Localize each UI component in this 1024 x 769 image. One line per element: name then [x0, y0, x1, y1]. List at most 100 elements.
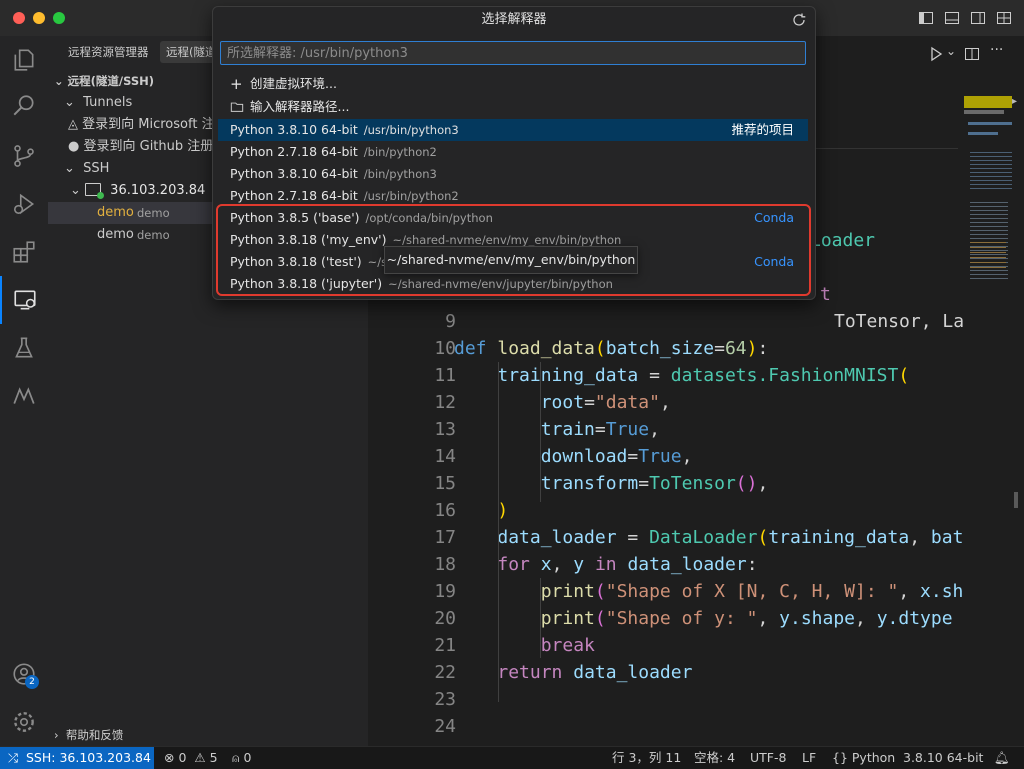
code-line: 16 ): [368, 497, 958, 524]
gear-icon: [14, 712, 34, 732]
interpreter-item[interactable]: Python 3.8.10 64-bit/usr/bin/python3 推荐的项…: [218, 119, 808, 141]
notifications-bell-icon[interactable]: 🔔︎: [994, 747, 1010, 769]
minimap-collapse-icon[interactable]: ▸: [1012, 96, 1022, 108]
more-actions-icon[interactable]: ···: [990, 42, 1003, 58]
line-number: 19: [434, 581, 456, 602]
ssh-host-row[interactable]: ⌄ 36.103.203.84 E: [70, 180, 222, 202]
problems-status[interactable]: ⊗ 0 ⚠ 5: [164, 747, 218, 769]
interpreter-path: ~/shared-nvme/env/my_env/bin/python: [392, 233, 622, 247]
broadcast-icon: ⍝: [232, 750, 240, 765]
chevron-right-icon: ›: [54, 728, 66, 742]
maximize-window-button[interactable]: [53, 12, 65, 24]
code-token: Loader: [810, 230, 876, 251]
interpreter-item[interactable]: Python 3.8.5 ('base') /opt/conda/bin/pyth…: [218, 207, 808, 229]
interpreter-path: /usr/bin/python2: [363, 189, 459, 203]
minimap-block: [970, 152, 1012, 192]
eol-status[interactable]: LF: [802, 747, 816, 769]
minimap-line: [968, 132, 998, 135]
remote-explorer-activity[interactable]: [0, 276, 48, 324]
minimize-window-button[interactable]: [33, 12, 45, 24]
enter-interpreter-path-action[interactable]: 输入解释器路径...: [218, 96, 808, 118]
code-token: ,: [757, 473, 769, 494]
status-bar: ⤮ SSH: 36.103.203.84 ⊗ 0 ⚠ 5 ⍝ 0 行 3，列 1…: [0, 746, 1024, 769]
toggle-secondary-sidebar-icon[interactable]: [970, 10, 986, 26]
interpreter-tag: Conda: [754, 254, 794, 269]
interpreter-item[interactable]: Python 2.7.18 64-bit/usr/bin/python2: [218, 185, 808, 207]
code-token: =: [616, 527, 650, 548]
minimap[interactable]: [958, 92, 1018, 746]
tab-remote-explorer[interactable]: 远程资源管理器: [68, 41, 149, 63]
tunnel-signin-microsoft[interactable]: ◬ 登录到向 Microsoft 注: [68, 114, 215, 136]
toggle-panel-icon[interactable]: [944, 10, 960, 26]
code-token: x: [540, 554, 552, 575]
indentation-status[interactable]: 空格: 4: [694, 747, 735, 769]
remote-indicator[interactable]: ⤮ SSH: 36.103.203.84: [0, 747, 154, 769]
help-feedback-section[interactable]: › 帮助和反馈: [54, 724, 123, 746]
code-token: "Shape of X [N, C, H, W]: ": [605, 581, 899, 602]
testing-activity[interactable]: [0, 324, 48, 372]
ssh-group[interactable]: ⌄ SSH: [64, 158, 109, 180]
code-text: training_data = datasets.FashionMNIST(: [454, 362, 909, 389]
chevron-down-icon: ⌄: [64, 161, 84, 176]
scrollbar-thumb[interactable]: [1014, 492, 1018, 508]
folder-desc: demo: [137, 228, 170, 242]
code-token: True: [605, 419, 650, 440]
source-control-activity[interactable]: [0, 132, 48, 180]
run-dropdown-chevron-icon[interactable]: ⌄: [946, 44, 956, 58]
code-line: 9: [368, 308, 958, 335]
code-token: data_loader: [573, 662, 693, 683]
code-token: =: [584, 392, 595, 413]
path-tooltip: ~/shared-nvme/env/my_env/bin/python: [384, 246, 638, 274]
code-token: =: [638, 365, 671, 386]
code-token: return: [497, 662, 563, 683]
split-editor-icon[interactable]: [964, 46, 980, 62]
help-feedback-label: 帮助和反馈: [65, 728, 124, 742]
explorer-activity[interactable]: [0, 36, 48, 84]
tunnels-group[interactable]: ⌄ Tunnels: [64, 92, 132, 114]
manage-activity[interactable]: [0, 698, 48, 746]
extensions-activity[interactable]: [0, 228, 48, 276]
minimap-block: [970, 242, 1006, 272]
interpreter-path: /usr/bin/python3: [363, 123, 459, 137]
interpreter-item[interactable]: Python 3.8.18 ('jupyter') ~/shared-nvme/e…: [218, 273, 808, 295]
code-token: load_data: [497, 338, 595, 359]
line-number: 16: [434, 500, 456, 521]
toggle-primary-sidebar-icon[interactable]: [918, 10, 934, 26]
encoding-status[interactable]: UTF-8: [750, 747, 786, 769]
interpreter-name: Python 3.8.10 64-bit: [230, 122, 358, 137]
cursor-position[interactable]: 行 3，列 11: [612, 747, 681, 769]
extensions-icon: [13, 241, 35, 263]
extension-m-activity[interactable]: [0, 372, 48, 420]
interpreter-status[interactable]: 3.8.10 64-bit: [903, 747, 983, 769]
interpreter-label: Python 3.8.18 ('test') ~/sh: [230, 251, 394, 273]
customize-layout-icon[interactable]: [996, 10, 1012, 26]
interpreter-search-input[interactable]: [220, 41, 806, 65]
tunnel-signin-github-label: 登录到向 Github 注册: [83, 139, 214, 154]
code-line: 12 root="data",: [368, 389, 958, 416]
code-line: 13 train=True,: [368, 416, 958, 443]
language-mode[interactable]: {} Python: [832, 747, 895, 769]
run-debug-activity[interactable]: [0, 180, 48, 228]
code-token: break: [540, 635, 595, 656]
ports-status[interactable]: ⍝ 0: [232, 747, 251, 769]
close-window-button[interactable]: [13, 12, 25, 24]
section-header-remote[interactable]: ⌄ 远程(隧道/SSH): [54, 70, 154, 92]
code-token: 64: [724, 338, 747, 359]
accounts-activity[interactable]: 2: [0, 650, 48, 698]
tunnel-signin-github[interactable]: ● 登录到向 Github 注册: [68, 136, 213, 158]
code-token: y.shape: [779, 608, 855, 629]
search-activity[interactable]: [0, 82, 48, 130]
run-icon[interactable]: [928, 46, 944, 62]
create-venv-action[interactable]: + 创建虚拟环境...: [218, 73, 808, 95]
interpreter-item[interactable]: Python 3.8.10 64-bit/bin/python3: [218, 163, 808, 185]
ports-count: 0: [243, 750, 252, 765]
refresh-icon[interactable]: [791, 12, 807, 28]
line-number: 10: [434, 338, 456, 359]
code-text: print("Shape of X [N, C, H, W]: ", x.sh: [454, 578, 964, 605]
interpreter-item[interactable]: Python 2.7.18 64-bit/bin/python2: [218, 141, 808, 163]
line-number: 23: [434, 689, 456, 710]
tunnel-signin-microsoft-label: 登录到向 Microsoft 注: [82, 117, 215, 132]
